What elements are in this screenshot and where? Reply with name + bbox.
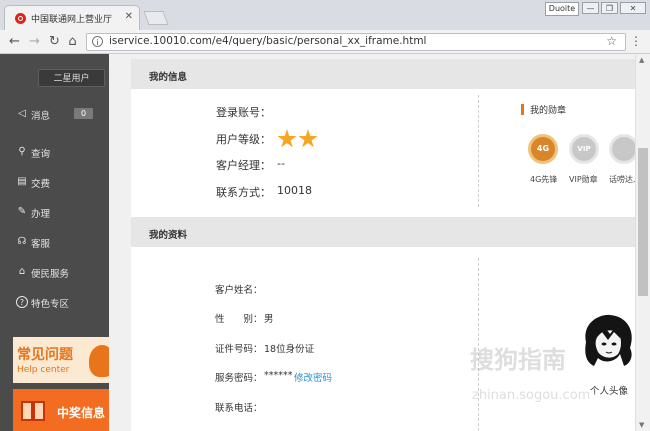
vip-medal-icon[interactable]: [569, 134, 599, 164]
browser-tab[interactable]: 中国联通网上营业厅 ✕: [4, 5, 140, 30]
help-circle-icon: ?: [16, 296, 28, 308]
help-banner-title: 常见问题: [17, 347, 73, 363]
gender-label: 性 别：: [215, 314, 263, 325]
address-bar[interactable]: i iservice.10010.com/e4/query/basic/pers…: [86, 33, 626, 51]
sidebar-item-payment[interactable]: ▤ 交费: [0, 171, 109, 195]
help-center-banner[interactable]: 常见问题 Help center: [13, 337, 109, 383]
my-profile-title: 我的资料: [149, 230, 188, 241]
pen-icon: ✎: [17, 206, 27, 217]
unicom-favicon-icon: [15, 13, 26, 24]
scrollbar-thumb[interactable]: [638, 148, 648, 296]
site-info-icon[interactable]: i: [92, 36, 103, 47]
manager-value: --: [277, 157, 285, 170]
my-profile-panel: [131, 247, 635, 431]
minimize-button[interactable]: —: [582, 2, 599, 14]
tab-close-icon[interactable]: ✕: [125, 11, 133, 22]
megaphone-icon: ◁: [18, 108, 26, 119]
name-label: 客户姓名：: [215, 285, 263, 296]
manager-label: 客户经理：: [216, 159, 271, 172]
4g-pioneer-medal-icon[interactable]: [528, 134, 558, 164]
user-level-button[interactable]: 二星用户: [38, 69, 105, 87]
avatar-label: 个人头像: [590, 386, 629, 397]
contact-label: 联系方式：: [216, 186, 271, 199]
my-info-title: 我的信息: [149, 72, 188, 83]
address-url[interactable]: iservice.10010.com/e4/query/basic/person…: [109, 35, 426, 47]
sidebar-item-label: 客服: [31, 239, 51, 250]
medal-accent-bar: [521, 104, 524, 115]
account-label: 登录账号：: [216, 106, 271, 119]
my-profile-header: 我的资料: [131, 217, 635, 247]
headset-icon: ☊: [17, 236, 27, 247]
avatar[interactable]: [580, 312, 636, 372]
my-info-header: 我的信息: [131, 59, 635, 89]
help-banner-subtitle: Help center: [17, 365, 70, 375]
sidebar-item-service[interactable]: ☊ 客服: [0, 231, 109, 255]
sidebar-item-handle[interactable]: ✎ 办理: [0, 201, 109, 225]
home-icon[interactable]: ⌂: [64, 33, 81, 50]
sidebar-item-convenience[interactable]: ⌂ 便民服务: [0, 261, 109, 285]
browser-toolbar: ← → ↻ ⌂ i iservice.10010.com/e4/query/ba…: [0, 30, 650, 54]
search-icon: ⚲: [18, 146, 26, 157]
sidebar-item-special[interactable]: ? 特色专区: [0, 291, 109, 315]
info-divider: [478, 95, 479, 207]
contact-value: 10018: [277, 184, 312, 197]
scroll-down-arrow-icon[interactable]: ▼: [639, 421, 644, 429]
page-scrollbar[interactable]: ▲ ▼: [635, 54, 650, 431]
prize-banner-title: 中奖信息: [57, 406, 106, 420]
tab-title: 中国联通网上营业厅: [31, 15, 113, 25]
browser-menu-icon[interactable]: ⋮: [630, 34, 642, 48]
gender-value: 男: [264, 314, 274, 325]
sidebar-item-label: 消息: [31, 111, 51, 122]
medal-label: VIP勋章: [569, 175, 598, 184]
bookmark-star-icon[interactable]: ☆: [606, 34, 617, 48]
home-icon: ⌂: [18, 266, 26, 277]
sidebar-item-query[interactable]: ⚲ 查询: [0, 141, 109, 165]
sidebar-item-label: 特色专区: [31, 299, 70, 310]
sidebar-item-label: 查询: [31, 149, 51, 160]
change-password-link[interactable]: 修改密码: [294, 370, 332, 384]
mascot-icon: [89, 345, 109, 377]
reload-icon[interactable]: ↻: [46, 33, 63, 50]
maximize-button[interactable]: ❐: [601, 2, 618, 14]
forward-arrow-icon[interactable]: →: [26, 33, 43, 50]
bill-icon: ▤: [17, 176, 27, 187]
medals-title: 我的勋章: [530, 106, 567, 116]
sidebar: 二星用户 ◁ 消息 0 ⚲ 查询 ▤ 交费 ✎ 办理 ☊ 客服 ⌂ 便民服务 ?…: [0, 54, 109, 431]
phone-label: 联系电话：: [215, 403, 263, 414]
password-label: 服务密码：: [215, 373, 263, 384]
sidebar-item-label: 交费: [31, 179, 51, 190]
close-window-button[interactable]: ✕: [620, 2, 646, 14]
id-value: 18位身份证: [264, 344, 315, 355]
prize-info-banner[interactable]: 中奖信息: [13, 389, 109, 431]
tab-strip: 中国联通网上营业厅 ✕ Duoite — ❐ ✕: [0, 0, 650, 30]
gift-icon: [21, 401, 45, 421]
sidebar-item-label: 办理: [31, 209, 51, 220]
id-label: 证件号码：: [215, 344, 263, 355]
new-tab-button[interactable]: [143, 11, 169, 25]
sidebar-item-label: 便民服务: [31, 269, 70, 280]
password-value: ******: [264, 370, 293, 381]
message-count-badge: 0: [74, 108, 93, 119]
watermark: 搜狗指南: [470, 346, 566, 374]
sidebar-item-messages[interactable]: ◁ 消息 0: [0, 103, 109, 127]
watermark-url: zhinan.sogou.com: [472, 388, 591, 403]
profile-chip[interactable]: Duoite: [545, 2, 579, 16]
medal-label: 4G先锋: [530, 175, 558, 184]
back-arrow-icon[interactable]: ←: [6, 33, 23, 50]
scroll-up-arrow-icon[interactable]: ▲: [639, 56, 644, 64]
level-label: 用户等级：: [216, 133, 271, 146]
